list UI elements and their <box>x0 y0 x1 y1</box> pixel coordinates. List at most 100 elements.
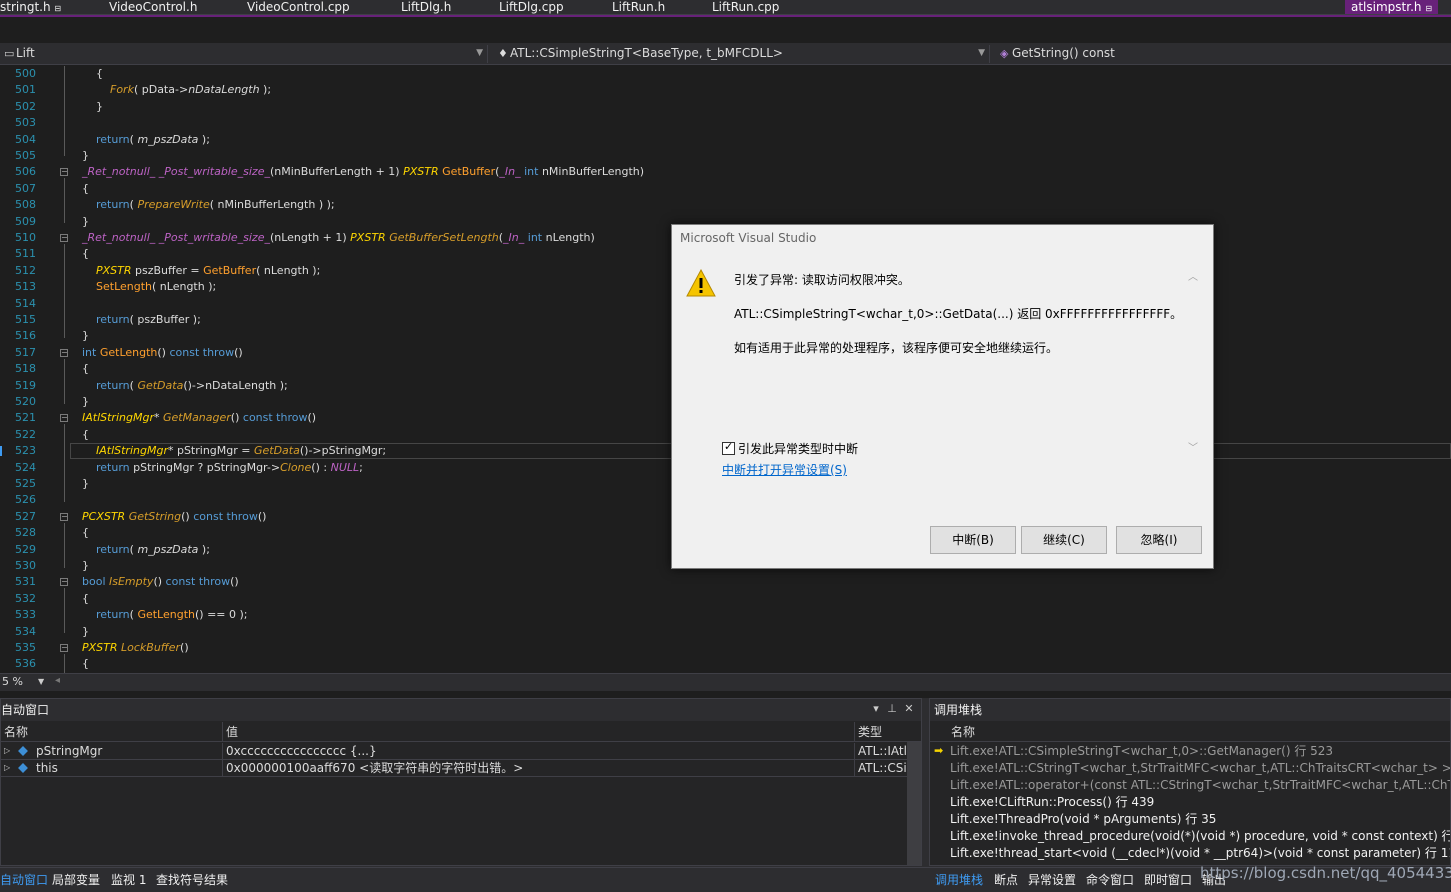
variable-icon <box>18 746 28 756</box>
tab-locals[interactable]: 局部变量 <box>52 871 100 889</box>
column-header-name[interactable]: 名称 <box>948 722 1451 742</box>
tab-find-symbol-results[interactable]: 查找符号结果 <box>156 871 228 889</box>
zoom-dropdown[interactable]: 5 % ▼ <box>0 675 50 690</box>
code-line: return pStringMgr ? pStringMgr->Clone() … <box>96 461 363 474</box>
line-number: 506 <box>15 165 36 178</box>
code-token: GetData <box>253 444 300 457</box>
fold-guide <box>64 178 65 223</box>
column-header-type[interactable]: 类型 <box>855 722 907 742</box>
tab-exception-settings[interactable]: 异常设置 <box>1028 871 1076 889</box>
variable-value[interactable]: 0xcccccccccccccccc {...} <box>223 743 855 760</box>
code-line: Fork( pData->nDataLength ); <box>110 83 272 96</box>
fold-guide <box>64 588 65 633</box>
continue-button[interactable]: 继续(C) <box>1021 526 1107 554</box>
callstack-frame[interactable]: Lift.exe!ATL::operator+(const ATL::CStri… <box>930 777 1450 794</box>
collapse-icon[interactable]: − <box>60 349 68 357</box>
tab-immediate-window[interactable]: 即时窗口 <box>1144 871 1192 889</box>
tab-command-window[interactable]: 命令窗口 <box>1086 871 1134 889</box>
break-on-exception-checkbox[interactable]: 引发此异常类型时中断 <box>722 440 858 457</box>
checkbox-checked-icon[interactable] <box>722 440 735 455</box>
editor-status-bar: 5 % ▼ ◂ <box>0 673 1451 691</box>
callstack-frame[interactable]: ➡ Lift.exe!ATL::CSimpleStringT<wchar_t,0… <box>930 743 1450 760</box>
callstack-title-bar: 调用堆栈 <box>930 699 1450 721</box>
collapse-icon[interactable]: − <box>60 644 68 652</box>
line-number: 513 <box>15 280 36 293</box>
code-token: NULL <box>330 461 360 474</box>
code-token: return <box>96 379 130 392</box>
tab-breakpoints[interactable]: 断点 <box>994 871 1018 889</box>
scope-dropdown[interactable]: ♦ ATL::CSimpleStringT<BaseType, t_bMFCDLL… <box>494 45 990 63</box>
tab-liftdlg-cpp[interactable]: LiftDlg.cpp <box>499 0 564 14</box>
code-line: return( pszBuffer ); <box>96 313 201 326</box>
tab-atlsimpstr-h[interactable]: atlsimpstr.h ⊟ <box>1345 0 1439 14</box>
callstack-frame[interactable]: Lift.exe!ATL::CStringT<wchar_t,StrTraitM… <box>930 760 1450 777</box>
exception-detail: ATL::CSimpleStringT<wchar_t,0>::GetData(… <box>734 307 1183 321</box>
code-token: PXSTR <box>82 641 118 654</box>
execution-pointer-icon <box>0 446 6 456</box>
collapse-icon[interactable]: − <box>60 513 68 521</box>
line-number: 517 <box>15 346 36 359</box>
collapse-icon[interactable]: − <box>60 168 68 176</box>
line-number: 507 <box>15 182 36 195</box>
member-dropdown[interactable]: ◈ GetString() const <box>996 45 1451 63</box>
tab-liftrun-h[interactable]: LiftRun.h <box>612 0 665 14</box>
navigation-bar: ▭ Lift ▼ ♦ ATL::CSimpleStringT<BaseType, t… <box>0 43 1451 65</box>
pin-icon[interactable]: ⊟ <box>54 4 61 13</box>
tab-liftrun-cpp[interactable]: LiftRun.cpp <box>712 0 779 14</box>
variable-name: pStringMgr <box>33 743 223 760</box>
tab-watch-1[interactable]: 监视 1 <box>111 871 146 889</box>
code-line: return( GetLength() == 0 ); <box>96 608 248 621</box>
callstack-frame[interactable]: Lift.exe!CLiftRun::Process() 行 439 <box>930 794 1450 811</box>
close-icon[interactable]: ✕ <box>902 702 916 715</box>
code-line: return( m_pszData ); <box>96 133 210 146</box>
table-row[interactable]: ▷ this 0x000000100aaff670 <读取字符串的字符时出错。>… <box>1 760 921 777</box>
chevron-down-icon: ▼ <box>38 677 45 686</box>
line-number: 518 <box>15 362 36 375</box>
expand-icon[interactable]: ▷ <box>4 743 10 759</box>
scroll-down-icon[interactable]: ﹀ <box>1188 439 1198 454</box>
tab-autos[interactable]: 自动窗口 <box>0 871 48 889</box>
code-line: } <box>82 329 89 342</box>
callstack-frame[interactable]: Lift.exe!thread_start<void (__cdecl*)(vo… <box>930 845 1450 862</box>
tab-call-stack[interactable]: 调用堆栈 <box>935 871 983 889</box>
code-line: IAtlStringMgr* GetManager() const throw(… <box>82 411 317 424</box>
project-dropdown[interactable]: ▭ Lift ▼ <box>0 45 488 63</box>
code-token: const throw <box>193 510 258 523</box>
dialog-scrollbar[interactable]: ︿ ﹀ <box>1185 268 1202 454</box>
code-line: SetLength( nLength ); <box>96 280 217 293</box>
code-token: return <box>96 198 130 211</box>
panel-menu-icon[interactable]: ▾ <box>869 702 883 715</box>
break-button[interactable]: 中断(B) <box>930 526 1016 554</box>
code-line: PXSTR LockBuffer() <box>82 641 189 654</box>
scroll-up-icon[interactable]: ︿ <box>1188 268 1198 283</box>
expand-icon[interactable]: ▷ <box>4 760 10 776</box>
ignore-button[interactable]: 忽略(I) <box>1116 526 1202 554</box>
tab-stringt-h[interactable]: stringt.h ⊟ <box>0 0 61 14</box>
table-row[interactable]: ▷ pStringMgr 0xcccccccccccccccc {...} AT… <box>1 743 921 760</box>
collapse-icon[interactable]: − <box>60 578 68 586</box>
vertical-scrollbar[interactable] <box>907 742 921 865</box>
tab-liftdlg-h[interactable]: LiftDlg.h <box>401 0 451 14</box>
code-token: PXSTR <box>96 264 132 277</box>
tab-videocontrol-h[interactable]: VideoControl.h <box>109 0 197 14</box>
variable-name: this <box>33 760 223 777</box>
checkbox-label: 引发此异常类型时中断 <box>738 442 859 456</box>
tab-videocontrol-cpp[interactable]: VideoControl.cpp <box>247 0 350 14</box>
open-exception-settings-link[interactable]: 中断并打开异常设置(S) <box>722 461 847 478</box>
code-line: _Ret_notnull_ _Post_writable_size_(nMinB… <box>82 165 645 178</box>
collapse-icon[interactable]: − <box>60 234 68 242</box>
column-header-name[interactable]: 名称 <box>1 722 223 742</box>
fold-guide <box>64 424 65 502</box>
callstack-frame[interactable]: Lift.exe!invoke_thread_procedure(void(*)… <box>930 828 1450 845</box>
pin-icon[interactable]: ⊟ <box>1425 4 1432 13</box>
scroll-left-icon[interactable]: ◂ <box>55 675 60 686</box>
variable-icon <box>18 763 28 773</box>
dialog-title: Microsoft Visual Studio <box>680 231 817 245</box>
code-token: m_pszData <box>137 133 199 146</box>
column-header-value[interactable]: 值 <box>223 722 855 742</box>
code-line: PCXSTR GetString() const throw() <box>82 510 267 523</box>
pin-icon[interactable]: ⊥ <box>885 702 899 715</box>
variable-value[interactable]: 0x000000100aaff670 <读取字符串的字符时出错。> <box>223 760 855 777</box>
callstack-frame[interactable]: Lift.exe!ThreadPro(void * pArguments) 行 … <box>930 811 1450 828</box>
collapse-icon[interactable]: − <box>60 414 68 422</box>
